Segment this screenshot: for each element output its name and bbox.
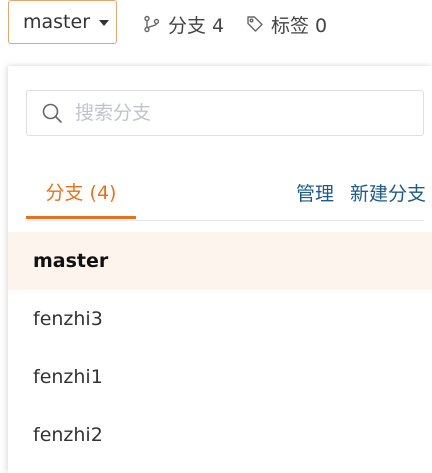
git-branch-icon xyxy=(144,15,160,33)
branch-item-master[interactable]: master xyxy=(8,232,432,290)
branch-dropdown-panel: 分支 (4) 管理 新建分支 master fenzhi3 fenzhi1 fe… xyxy=(8,66,432,473)
repo-toolbar: master 分支 4 标签 0 xyxy=(0,0,432,50)
branch-item-fenzhi2[interactable]: fenzhi2 xyxy=(8,406,432,464)
branch-item-label: fenzhi2 xyxy=(33,424,103,446)
search-icon xyxy=(42,103,62,123)
tag-icon xyxy=(247,16,263,32)
branch-item-fenzhi3[interactable]: fenzhi3 xyxy=(8,290,432,348)
branch-search-input[interactable] xyxy=(73,101,397,125)
dropdown-actions: 管理 新建分支 xyxy=(296,166,426,218)
branch-item-label: master xyxy=(33,250,109,272)
branch-list: master fenzhi3 fenzhi1 fenzhi2 xyxy=(8,232,432,464)
branch-search-box[interactable] xyxy=(26,90,424,136)
branch-item-label: fenzhi3 xyxy=(33,308,103,330)
tags-count-label: 标签 0 xyxy=(271,14,328,37)
new-branch-link[interactable]: 新建分支 xyxy=(350,179,426,206)
branches-count-link[interactable]: 分支 4 xyxy=(143,12,225,37)
tab-branches-label: 分支 (4) xyxy=(45,181,117,204)
dropdown-tabs-row: 分支 (4) 管理 新建分支 xyxy=(26,166,426,221)
tags-count-link[interactable]: 标签 0 xyxy=(246,12,328,37)
branch-item-fenzhi1[interactable]: fenzhi1 xyxy=(8,348,432,406)
caret-down-icon xyxy=(99,20,110,26)
branch-select-label: master xyxy=(23,11,91,33)
tab-branches[interactable]: 分支 (4) xyxy=(26,166,136,219)
branches-count-label: 分支 4 xyxy=(168,14,225,37)
branch-select[interactable]: master xyxy=(8,0,117,44)
manage-branches-link[interactable]: 管理 xyxy=(296,179,334,206)
branch-item-label: fenzhi1 xyxy=(33,366,103,388)
